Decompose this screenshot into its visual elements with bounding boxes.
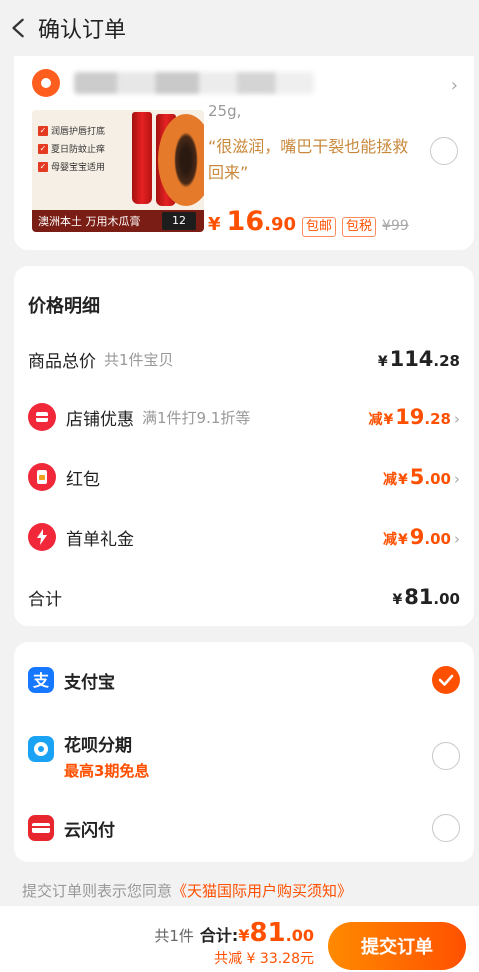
chevron-right-icon: ›: [450, 75, 458, 96]
product-price: ¥ 16 .90 包邮 包税 ¥99: [208, 206, 409, 237]
agreement-link[interactable]: 《天猫国际用户购买须知》: [172, 882, 352, 900]
product-spec: 25g,: [208, 102, 242, 120]
product-select-radio[interactable]: [430, 137, 458, 165]
huabei-radio[interactable]: [432, 742, 460, 770]
product-image-feature: ✓ 母婴宝宝适用: [38, 161, 106, 173]
detail-row-store-discount[interactable]: 店铺优惠 满1件打9.1折等 减 ¥ 19 .28 ›: [28, 402, 460, 432]
unionpay-radio[interactable]: [432, 814, 460, 842]
item-count: 共1件: [154, 927, 194, 945]
product-image-count: 12: [162, 212, 196, 230]
price-integer: 16: [226, 206, 265, 237]
store-logo-icon: [32, 69, 60, 97]
detail-row-first-order-gift[interactable]: 首单礼金 减 ¥ 9 .00 ›: [28, 522, 460, 552]
huabei-icon: [28, 736, 54, 762]
total-saved: 共减 ¥ 33.28元: [214, 951, 314, 967]
agreement-text: 提交订单则表示您同意《天猫国际用户购买须知》: [22, 882, 353, 900]
red-packet-icon: [28, 463, 56, 491]
product-quote: “很滋润，嘴巴干裂也能拯救回来”: [208, 137, 409, 182]
free-shipping-tag: 包邮: [302, 217, 337, 237]
check-icon: ✓: [38, 125, 48, 136]
lightning-icon: [28, 523, 56, 551]
total-label: 合计:: [199, 926, 239, 945]
store-row[interactable]: ›: [14, 56, 474, 110]
subtotal-value: ¥ 114 .28: [377, 347, 460, 371]
store-discount-value: 减 ¥ 19 .28 ›: [368, 405, 460, 429]
check-icon: ✓: [38, 161, 48, 172]
svg-text:支: 支: [32, 671, 50, 690]
original-price: ¥99: [382, 218, 409, 234]
submit-order-button[interactable]: 提交订单: [328, 922, 466, 970]
product-image-feature: ✓ 夏日防蚊止痒: [38, 143, 106, 155]
total-value: ¥ 81 .00: [392, 585, 460, 609]
nav-header: 确认订单: [0, 0, 479, 56]
price-detail-title: 价格明细: [28, 296, 100, 317]
payment-option-huabei[interactable]: 花呗分期 最高3期免息: [28, 728, 460, 784]
back-button[interactable]: [0, 0, 38, 56]
unionpay-icon: [28, 815, 54, 841]
store-name-redacted: [74, 72, 314, 94]
alipay-icon: 支: [28, 667, 54, 693]
detail-row-subtotal: 商品总价 共1件宝贝 ¥ 114 .28: [28, 347, 460, 372]
payment-option-unionpay[interactable]: 云闪付: [28, 813, 460, 843]
product-tube-graphic: [132, 112, 152, 204]
check-icon: ✓: [38, 143, 48, 154]
product-image[interactable]: ✓ 润唇护唇打底 ✓ 夏日防蚊止痒 ✓ 母婴宝宝适用 澳洲本土 万用木瓜膏 12: [32, 110, 204, 232]
detail-row-red-packet[interactable]: 红包 减 ¥ 5 .00 ›: [28, 462, 460, 492]
order-item-card: › ✓ 润唇护唇打底 ✓ 夏日防蚊止痒 ✓ 母婴宝宝适用 澳洲本土 万用木瓜膏 12 …: [14, 56, 474, 250]
product-image-tag: 澳洲本土 万用木瓜膏 12: [32, 210, 204, 232]
first-order-gift-value: 减 ¥ 9 .00 ›: [383, 525, 460, 549]
chevron-right-icon: ›: [454, 470, 460, 488]
bottom-total: 共1件 合计: ¥ 81 .00: [154, 918, 314, 948]
price-currency: ¥: [208, 214, 221, 235]
chevron-left-icon: [12, 18, 24, 38]
payment-method-card: 支 支付宝 花呗分期 最高3期免息 云闪付: [14, 642, 474, 862]
huabei-promo: 最高3期免息: [64, 762, 150, 780]
price-decimal: .90: [264, 214, 296, 235]
detail-row-total: 合计 ¥ 81 .00: [28, 585, 460, 610]
payment-option-alipay[interactable]: 支 支付宝: [28, 665, 460, 695]
red-packet-value: 减 ¥ 5 .00 ›: [383, 465, 460, 489]
chevron-right-icon: ›: [454, 530, 460, 548]
bottom-bar: 共1件 合计: ¥ 81 .00 共减 ¥ 33.28元 提交订单: [0, 906, 479, 972]
chevron-right-icon: ›: [454, 410, 460, 428]
selected-check-icon[interactable]: [432, 666, 460, 694]
product-image-feature: ✓ 润唇护唇打底: [38, 125, 106, 137]
price-detail-card: 价格明细 商品总价 共1件宝贝 ¥ 114 .28 店铺优惠 满1件打9.1折等…: [14, 266, 474, 626]
store-discount-icon: [28, 403, 56, 431]
tax-included-tag: 包税: [342, 217, 377, 237]
page-title: 确认订单: [38, 18, 127, 43]
